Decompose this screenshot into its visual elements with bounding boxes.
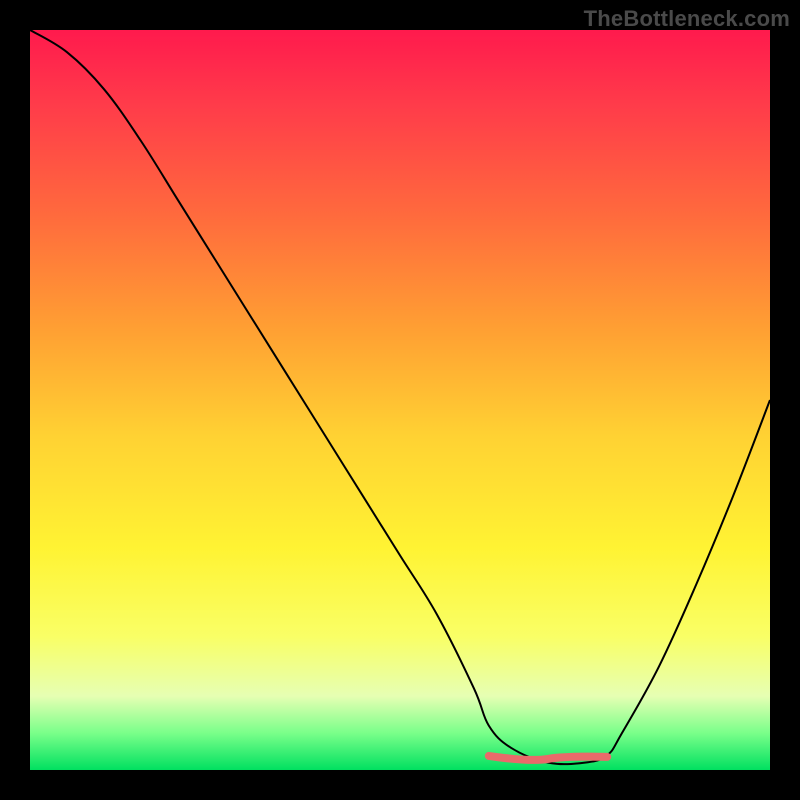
bottleneck-curve — [30, 30, 770, 770]
plot-area — [30, 30, 770, 770]
trough-highlight — [489, 756, 607, 760]
watermark-text: TheBottleneck.com — [584, 6, 790, 32]
chart-frame: TheBottleneck.com — [0, 0, 800, 800]
curve-path — [30, 30, 770, 764]
